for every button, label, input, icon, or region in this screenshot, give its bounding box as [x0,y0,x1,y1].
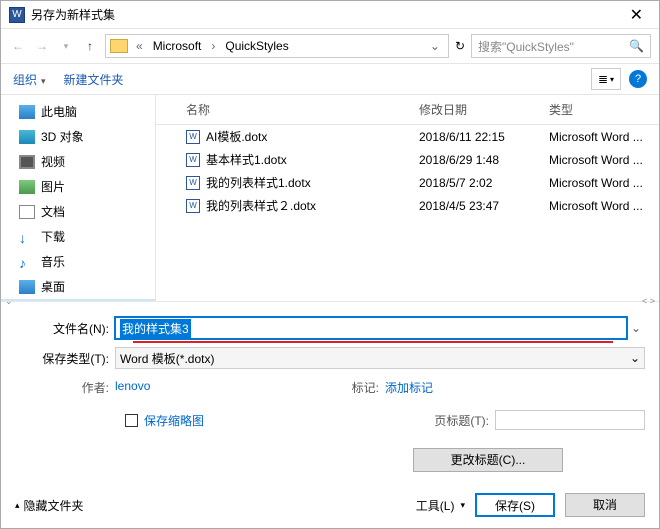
word-file-icon: W [186,199,200,213]
breadcrumb[interactable]: Microsoft [149,37,206,55]
file-row[interactable]: W 我的列表样式２.dotx 2018/4/5 23:47Microsoft Wor… [156,194,659,217]
tags-value[interactable]: 添加标记 [385,379,433,396]
word-file-icon: W [186,176,200,190]
savetype-label: 保存类型(T): [15,350,115,367]
refresh-icon[interactable]: ↻ [455,39,465,53]
sidebar-item-label: 此电脑 [41,103,77,120]
sidebar-item[interactable]: 桌面 [1,274,155,299]
ico-3d-icon [19,130,35,144]
sidebar-item[interactable]: 图片 [1,174,155,199]
sidebar-item-label: 音乐 [41,253,65,270]
file-type: Microsoft Word ... [549,153,659,167]
ico-vid-icon [19,155,35,169]
chevron-down-icon: ⌄ [630,351,640,365]
view-options-button[interactable]: ≣ ▾ [591,68,621,90]
help-icon[interactable]: ? [629,70,647,88]
column-date[interactable]: 修改日期 [419,101,549,118]
forward-icon[interactable]: → [33,37,51,55]
sidebar-item-label: 视频 [41,153,65,170]
file-row[interactable]: W AI模板.dotx 2018/6/11 22:15Microsoft Word … [156,125,659,148]
sidebar-item-label: 下载 [41,228,65,245]
sidebar-item[interactable]: ↓ 下载 [1,224,155,249]
address-dropdown-icon[interactable]: ⌄ [426,39,444,53]
sidebar-item[interactable]: 文档 [1,199,155,224]
back-icon[interactable]: ← [9,37,27,55]
sidebar-item[interactable]: 视频 [1,149,155,174]
tags-label: 标记: [325,379,385,396]
ico-pic-icon [19,180,35,194]
sidebar-item-label: 3D 对象 [41,128,84,145]
file-name: 我的列表样式２.dotx [206,197,316,214]
breadcrumb[interactable]: QuickStyles [221,37,292,55]
thumbnail-label[interactable]: 保存缩略图 [144,412,204,429]
column-name[interactable]: 名称 [186,101,419,118]
organize-button[interactable]: 组织 [13,71,46,88]
word-app-icon: W [9,7,25,23]
filename-input[interactable]: 我的样式集3 [115,317,627,339]
author-label: 作者: [15,379,115,396]
file-row[interactable]: W 我的列表样式1.dotx 2018/5/7 2:02Microsoft Word… [156,171,659,194]
filename-value: 我的样式集3 [120,319,191,338]
recent-dropdown-icon[interactable]: ▾ [57,37,75,55]
new-folder-button[interactable]: 新建文件夹 [64,71,124,88]
save-button[interactable]: 保存(S) [475,493,555,517]
pagetitle-input[interactable] [495,410,645,430]
up-icon[interactable]: ↑ [81,37,99,55]
nav-tree: 此电脑3D 对象视频图片文档↓下载♪音乐桌面Windows8_OS ⌄ [1,95,156,301]
sidebar-item-label: 图片 [41,178,65,195]
filename-dropdown-icon[interactable]: ⌄ [627,321,645,335]
ico-dl-icon: ↓ [19,230,35,244]
file-date: 2018/6/11 22:15 [419,130,549,144]
hide-folders-toggle[interactable]: ▴ 隐藏文件夹 [15,497,84,514]
savetype-select[interactable]: Word 模板(*.dotx) ⌄ [115,347,645,369]
pagetitle-label: 页标题(T): [434,412,489,429]
word-file-icon: W [186,153,200,167]
caret-up-icon: ▴ [15,500,20,511]
ico-doc-icon [19,205,35,219]
change-title-button[interactable]: 更改标题(C)... [413,448,563,472]
file-name: 基本样式1.dotx [206,151,287,168]
file-row[interactable]: W 基本样式1.dotx 2018/6/29 1:48Microsoft Word … [156,148,659,171]
file-type: Microsoft Word ... [549,199,659,213]
tools-button[interactable]: 工具(L) [416,497,465,514]
file-date: 2018/6/29 1:48 [419,153,549,167]
sidebar-item[interactable]: ♪ 音乐 [1,249,155,274]
file-name: AI模板.dotx [206,128,267,145]
word-file-icon: W [186,130,200,144]
file-name: 我的列表样式1.dotx [206,174,311,191]
search-placeholder: 搜索"QuickStyles" [478,38,574,55]
file-date: 2018/5/7 2:02 [419,176,549,190]
file-type: Microsoft Word ... [549,130,659,144]
chevron-right-icon[interactable]: › [207,39,219,53]
search-icon[interactable]: 🔍 [629,39,644,53]
ico-mus-icon: ♪ [19,255,35,269]
close-icon[interactable]: ✕ [622,3,651,27]
chevron-down-icon: ⌄ [5,296,13,307]
breadcrumb-sep: « [132,39,147,53]
scroll-arrow-icon[interactable]: < > [642,296,655,306]
folder-icon [110,39,128,53]
sidebar-item[interactable]: 此电脑 [1,99,155,124]
file-type: Microsoft Word ... [549,176,659,190]
search-input[interactable]: 搜索"QuickStyles" 🔍 [471,34,651,58]
ico-pc-icon [19,105,35,119]
thumbnail-checkbox[interactable] [125,414,138,427]
cancel-button[interactable]: 取消 [565,493,645,517]
file-date: 2018/4/5 23:47 [419,199,549,213]
sidebar-item-label: 桌面 [41,278,65,295]
column-type[interactable]: 类型 [549,101,659,118]
window-title: 另存为新样式集 [31,6,115,23]
author-value[interactable]: lenovo [115,379,150,396]
file-list: 名称 修改日期 类型 WAI模板.dotx2018/6/11 22:15Micr… [156,95,659,301]
ico-desk-icon [19,280,35,294]
splitter[interactable]: ⌄ < > [1,301,659,309]
savetype-value: Word 模板(*.dotx) [120,350,214,367]
sidebar-item[interactable]: 3D 对象 [1,124,155,149]
filename-label: 文件名(N): [15,320,115,337]
sidebar-item-label: 文档 [41,203,65,220]
address-bar[interactable]: « Microsoft › QuickStyles ⌄ [105,34,449,58]
